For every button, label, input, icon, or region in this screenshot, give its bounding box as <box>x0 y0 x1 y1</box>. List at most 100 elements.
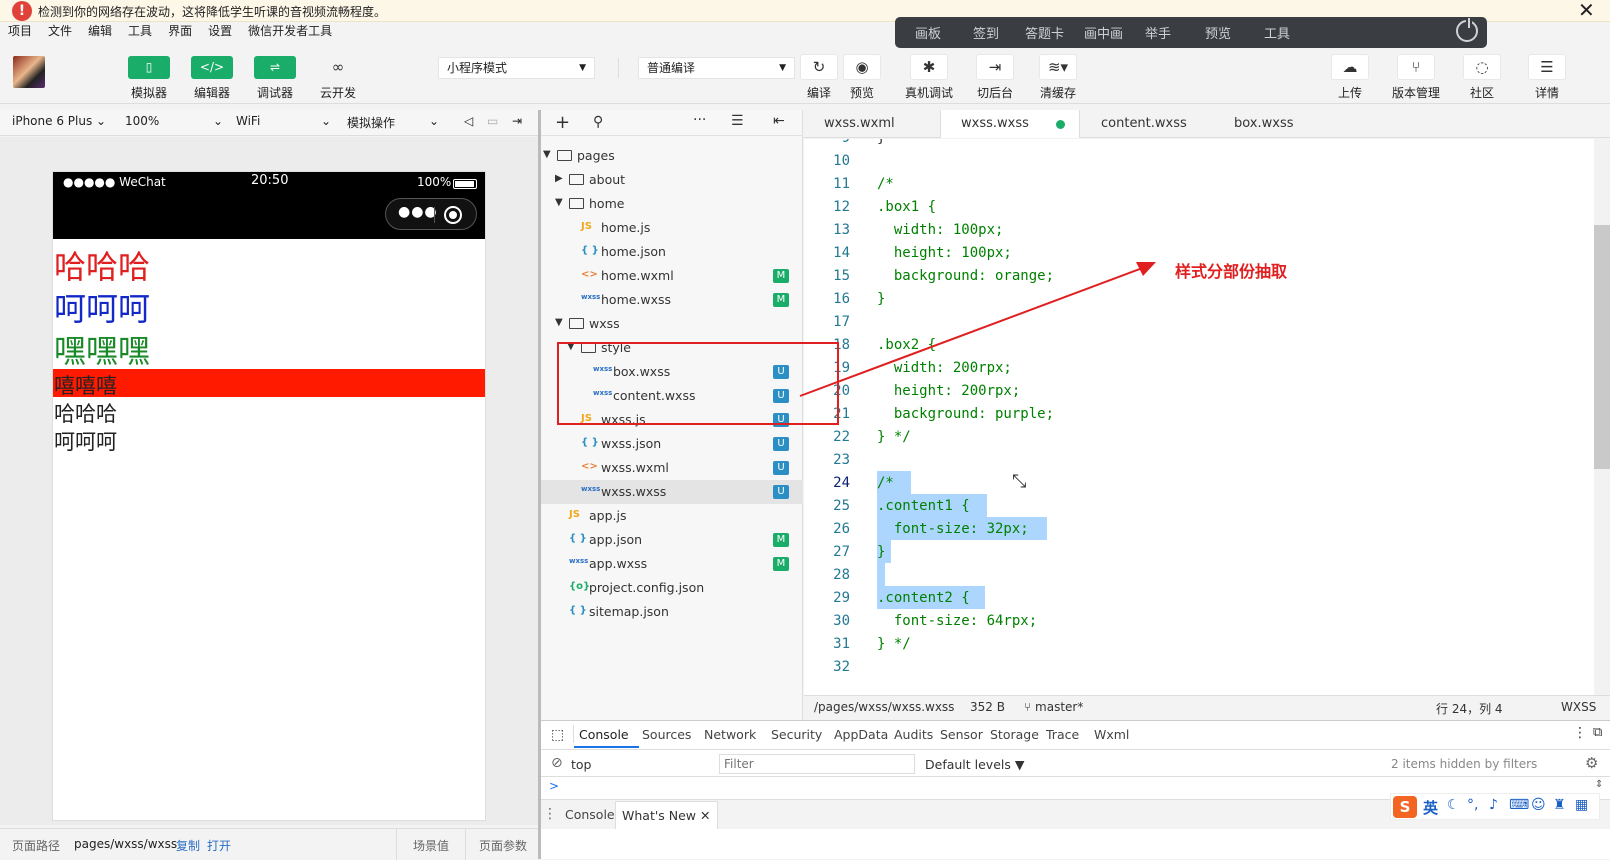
console-prompt[interactable]: > <box>549 779 559 793</box>
moon-icon[interactable]: ☾ <box>1447 797 1460 813</box>
log-levels-select[interactable]: Default levels ▼ <box>925 757 1024 772</box>
skin-shirt-icon[interactable]: ♜ <box>1553 797 1566 813</box>
tree-item-home-js[interactable]: JS home.js <box>541 216 803 240</box>
devtools-tab-security[interactable]: Security <box>771 727 822 742</box>
tree-item-pages[interactable]: ▼ pages <box>541 144 803 168</box>
tree-item-home-wxml[interactable]: <> home.wxml M <box>541 264 803 288</box>
user-avatar[interactable] <box>13 56 45 88</box>
caret-right-icon[interactable]: ▶ <box>555 173 563 184</box>
ime-language-toggle[interactable]: 英 <box>1423 797 1438 818</box>
overlay-answer-card[interactable]: 答题卡 <box>1025 23 1064 42</box>
tree-item-home-wxss[interactable]: wxss home.wxss M <box>541 288 803 312</box>
devtools-tab-audits[interactable]: Audits <box>894 727 933 742</box>
debugger-toggle-button[interactable]: ⇌ <box>254 56 296 79</box>
tab-wxss-wxss[interactable]: wxss.wxss <box>940 110 1080 138</box>
overlay-pip[interactable]: 画中画 <box>1084 23 1123 42</box>
tree-item-home-json[interactable]: { } home.json <box>541 240 803 264</box>
sogou-logo-icon[interactable]: S <box>1393 796 1417 818</box>
sort-icon[interactable]: ☰ <box>731 113 744 129</box>
code-editor[interactable]: 9} 10 11 /* 12 .box1 {13 width: 100px; 14 heig… <box>804 139 1594 695</box>
more-icon[interactable]: ··· <box>693 112 706 128</box>
editor-toggle-button[interactable]: </> <box>191 56 233 79</box>
menu-item-file[interactable]: 文件 <box>48 22 72 39</box>
tree-item-project-config-json[interactable]: {o} project.config.json <box>541 576 803 600</box>
background-button[interactable]: ⇥ <box>976 54 1014 80</box>
overlay-tools[interactable]: 工具 <box>1264 23 1290 42</box>
search-icon[interactable]: ⚲ <box>593 114 603 130</box>
drawer-menu-icon[interactable]: ⋮ <box>543 806 557 822</box>
devtools-tab-storage[interactable]: Storage <box>990 727 1039 742</box>
tree-item-app-json[interactable]: { } app.json M <box>541 528 803 552</box>
caret-down-icon[interactable]: ▼ <box>555 317 563 328</box>
language-status[interactable]: WXSS <box>1561 700 1596 714</box>
compile-mode-select[interactable]: 普通编译 ▼ <box>638 57 795 79</box>
kebab-menu-icon[interactable]: ⋮ <box>1573 725 1587 741</box>
operation-select[interactable]: 模拟操作 ⌄ <box>347 114 439 131</box>
scene-value-button[interactable]: 场景值 <box>413 837 449 854</box>
tree-item-about[interactable]: ▶ about <box>541 168 803 192</box>
tree-item-wxss-wxml[interactable]: <> wxss.wxml U <box>541 456 803 480</box>
cursor-position-status[interactable]: 行 24，列 4 <box>1436 700 1503 717</box>
emoji-icon[interactable]: ☺ <box>1531 797 1546 813</box>
version-control-button[interactable]: ⑂ <box>1397 54 1435 80</box>
overlay-preview[interactable]: 预览 <box>1205 23 1231 42</box>
devtools-tab-sources[interactable]: Sources <box>642 727 691 742</box>
git-branch-status[interactable]: ⑂ master* <box>1024 700 1083 714</box>
community-button[interactable]: ◌ <box>1463 54 1501 80</box>
menu-item-devtools[interactable]: 微信开发者工具 <box>248 22 332 39</box>
overlay-whiteboard[interactable]: 画板 <box>915 23 941 42</box>
undock-icon[interactable]: ⧉ <box>1593 725 1602 740</box>
network-select[interactable]: WiFi ⌄ <box>236 114 331 128</box>
menu-item-settings[interactable]: 设置 <box>208 22 232 39</box>
tab-box-wxss[interactable]: box.wxss <box>1214 110 1314 138</box>
upload-button[interactable]: ☁ <box>1331 54 1369 80</box>
tree-item-wxss-wxss[interactable]: wxss wxss.wxss U <box>541 480 803 504</box>
zoom-select[interactable]: 100% ⌄ <box>125 114 223 128</box>
drawer-tab-console[interactable]: Console <box>565 807 615 822</box>
collapse-icon[interactable]: ⇤ <box>773 113 785 129</box>
close-warning-icon[interactable]: ✕ <box>1578 0 1595 22</box>
open-path-link[interactable]: 打开 <box>207 837 231 854</box>
clear-cache-button[interactable]: ≋▾ <box>1039 54 1077 80</box>
punctuation-icon[interactable]: °, <box>1467 797 1478 813</box>
details-button[interactable]: ☰ <box>1528 54 1566 80</box>
tree-item-sitemap-json[interactable]: { } sitemap.json <box>541 600 803 624</box>
device-select[interactable]: iPhone 6 Plus ⌄ <box>12 114 106 128</box>
detach-icon[interactable]: ⇥ <box>512 114 522 128</box>
power-icon[interactable] <box>1456 18 1478 42</box>
mute-icon[interactable]: ◁ <box>464 114 473 128</box>
window-icon[interactable]: ▭ <box>487 114 498 128</box>
more-dots-icon[interactable]: ●●● <box>398 204 438 220</box>
capsule-button[interactable]: ●●● <box>385 198 477 230</box>
menu-item-tools[interactable]: 工具 <box>128 22 152 39</box>
tree-item-app-js[interactable]: JS app.js <box>541 504 803 528</box>
preview-button[interactable]: ◉ <box>843 54 881 80</box>
menu-item-edit[interactable]: 编辑 <box>88 22 112 39</box>
close-target-icon[interactable] <box>444 206 462 224</box>
menu-item-project[interactable]: 项目 <box>8 22 32 39</box>
drawer-tab-whats-new[interactable]: What's New ✕ <box>615 801 718 829</box>
overlay-checkin[interactable]: 签到 <box>973 23 999 42</box>
inspect-element-icon[interactable]: ⬚ <box>551 727 564 743</box>
tab-wxss-wxml[interactable]: wxss.wxml <box>804 110 915 138</box>
close-tab-icon[interactable]: ✕ <box>700 808 710 823</box>
mode-select[interactable]: 小程序模式 ▼ <box>438 57 595 79</box>
cloud-dev-button[interactable]: ∞ <box>317 56 359 79</box>
scroll-arrows-icon[interactable]: ⇕ <box>1595 779 1603 790</box>
menu-item-view[interactable]: 界面 <box>168 22 192 39</box>
microphone-icon[interactable]: ♪ <box>1489 797 1498 813</box>
tab-content-wxss[interactable]: content.wxss <box>1081 110 1207 138</box>
caret-down-icon[interactable]: ▼ <box>543 149 551 160</box>
tree-item-wxss-json[interactable]: { } wxss.json U <box>541 432 803 456</box>
copy-path-link[interactable]: 复制 <box>176 837 200 854</box>
devtools-tab-network[interactable]: Network <box>704 727 756 742</box>
page-params-button[interactable]: 页面参数 <box>479 837 527 854</box>
add-icon[interactable]: + <box>555 112 570 133</box>
remote-debug-button[interactable]: ✱ <box>910 54 948 80</box>
console-settings-gear-icon[interactable]: ⚙ <box>1585 754 1598 772</box>
compile-button[interactable]: ↻ <box>800 54 838 80</box>
tree-item-home[interactable]: ▼ home <box>541 192 803 216</box>
editor-scrollbar[interactable] <box>1594 139 1610 695</box>
devtools-tab-trace[interactable]: Trace <box>1046 727 1079 742</box>
devtools-tab-wxml[interactable]: Wxml <box>1094 727 1129 742</box>
